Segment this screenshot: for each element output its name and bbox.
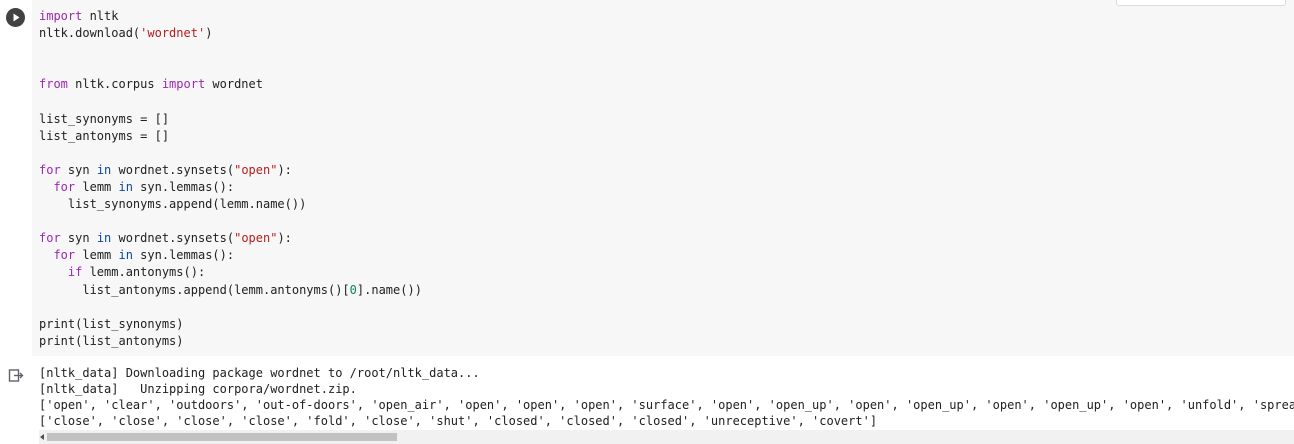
code-token: ): (277, 231, 292, 246)
output-line: ['close', 'close', 'close', 'close', 'fo… (39, 414, 878, 428)
code-token: in (118, 248, 133, 263)
code-token: list_antonyms.append(lemm.antonyms()[ (39, 282, 350, 297)
code-line[interactable]: from nltk.corpus import wordnet (39, 76, 422, 93)
code-token: for (53, 248, 76, 263)
code-line[interactable]: print(list_synonyms) (39, 316, 422, 333)
code-token: wordnet.synsets( (111, 162, 235, 177)
code-token: "open" (234, 231, 278, 246)
notebook-code-cell: import nltk nltk.download('wordnet') from… (0, 0, 1294, 444)
code-token: from (39, 77, 68, 92)
code-line[interactable]: list_antonyms = [] (39, 128, 422, 145)
code-token: in (96, 231, 112, 246)
code-line[interactable]: list_antonyms.append(lemm.antonyms()[0].… (39, 282, 422, 299)
code-token: ].name()) (356, 282, 422, 297)
code-token: 'wordnet' (140, 26, 206, 41)
code-token: for (39, 231, 61, 246)
code-line[interactable]: list_synonyms.append(lemm.name()) (39, 196, 422, 213)
code-token: import (161, 77, 206, 92)
code-token: lemm.antonyms(): (82, 265, 206, 280)
code-token: import (39, 9, 83, 23)
code-token: if (67, 265, 83, 280)
code-token: syn.lemmas(): (132, 248, 235, 263)
code-line[interactable] (39, 213, 422, 230)
code-token: nltk.download( (39, 26, 141, 41)
output-line: [nltk_data] Unzipping corpora/wordnet.zi… (39, 382, 357, 396)
code-line[interactable]: for syn in wordnet.synsets("open"): (39, 230, 422, 247)
code-token: lemm (75, 248, 119, 263)
code-token: wordnet.synsets( (111, 231, 235, 246)
code-token: in (118, 179, 133, 194)
code-line[interactable]: for lemm in syn.lemmas(): (39, 247, 422, 264)
code-line[interactable]: import nltk (39, 8, 422, 25)
code-token: syn.lemmas(): (132, 179, 235, 194)
code-token: nltk (82, 9, 119, 23)
code-token: syn (60, 162, 97, 177)
code-token: for (39, 162, 61, 177)
code-line[interactable] (39, 42, 422, 59)
code-token: ): (277, 162, 292, 177)
code-token: wordnet (205, 77, 263, 92)
code-token: ) (205, 26, 213, 41)
code-token: in (96, 162, 112, 177)
cell-toolbar[interactable] (1116, 0, 1286, 6)
output-line: ['open', 'clear', 'outdoors', 'out-of-do… (39, 398, 1294, 412)
code-token: print(list_antonyms) (39, 333, 184, 348)
code-line[interactable] (39, 59, 422, 76)
code-line[interactable]: for syn in wordnet.synsets("open"): (39, 162, 422, 179)
scrollbar-thumb[interactable] (47, 433, 397, 441)
code-token: print(list_synonyms) (39, 316, 184, 331)
code-token: syn (60, 231, 97, 246)
code-token: nltk.corpus (67, 77, 162, 92)
horizontal-scrollbar[interactable] (39, 430, 1294, 444)
code-line[interactable]: if lemm.antonyms(): (39, 264, 422, 281)
code-token: list_synonyms = [] (39, 111, 170, 126)
code-token: 0 (349, 282, 357, 297)
code-line[interactable]: list_synonyms = [] (39, 111, 422, 128)
code-line[interactable] (39, 299, 422, 316)
output-line: [nltk_data] Downloading package wordnet … (39, 366, 480, 380)
run-cell-button[interactable] (6, 8, 25, 27)
output-text: [nltk_data] Downloading package wordnet … (39, 365, 1294, 429)
play-icon (13, 13, 20, 22)
code-line[interactable]: print(list_antonyms) (39, 333, 422, 350)
code-token: list_synonyms.append(lemm.name()) (39, 197, 307, 212)
code-line[interactable] (39, 145, 422, 162)
scroll-left-arrow-icon[interactable] (40, 434, 44, 440)
code-line[interactable] (39, 93, 422, 110)
code-token: "open" (234, 162, 278, 177)
code-token: list_antonyms = [] (39, 128, 170, 143)
code-line[interactable]: nltk.download('wordnet') (39, 25, 422, 42)
code-token: for (53, 179, 76, 194)
code-line[interactable]: for lemm in syn.lemmas(): (39, 179, 422, 196)
code-token: lemm (75, 179, 119, 194)
output-arrow-icon[interactable] (8, 368, 24, 384)
code-content[interactable]: import nltk nltk.download('wordnet') from… (39, 8, 422, 350)
